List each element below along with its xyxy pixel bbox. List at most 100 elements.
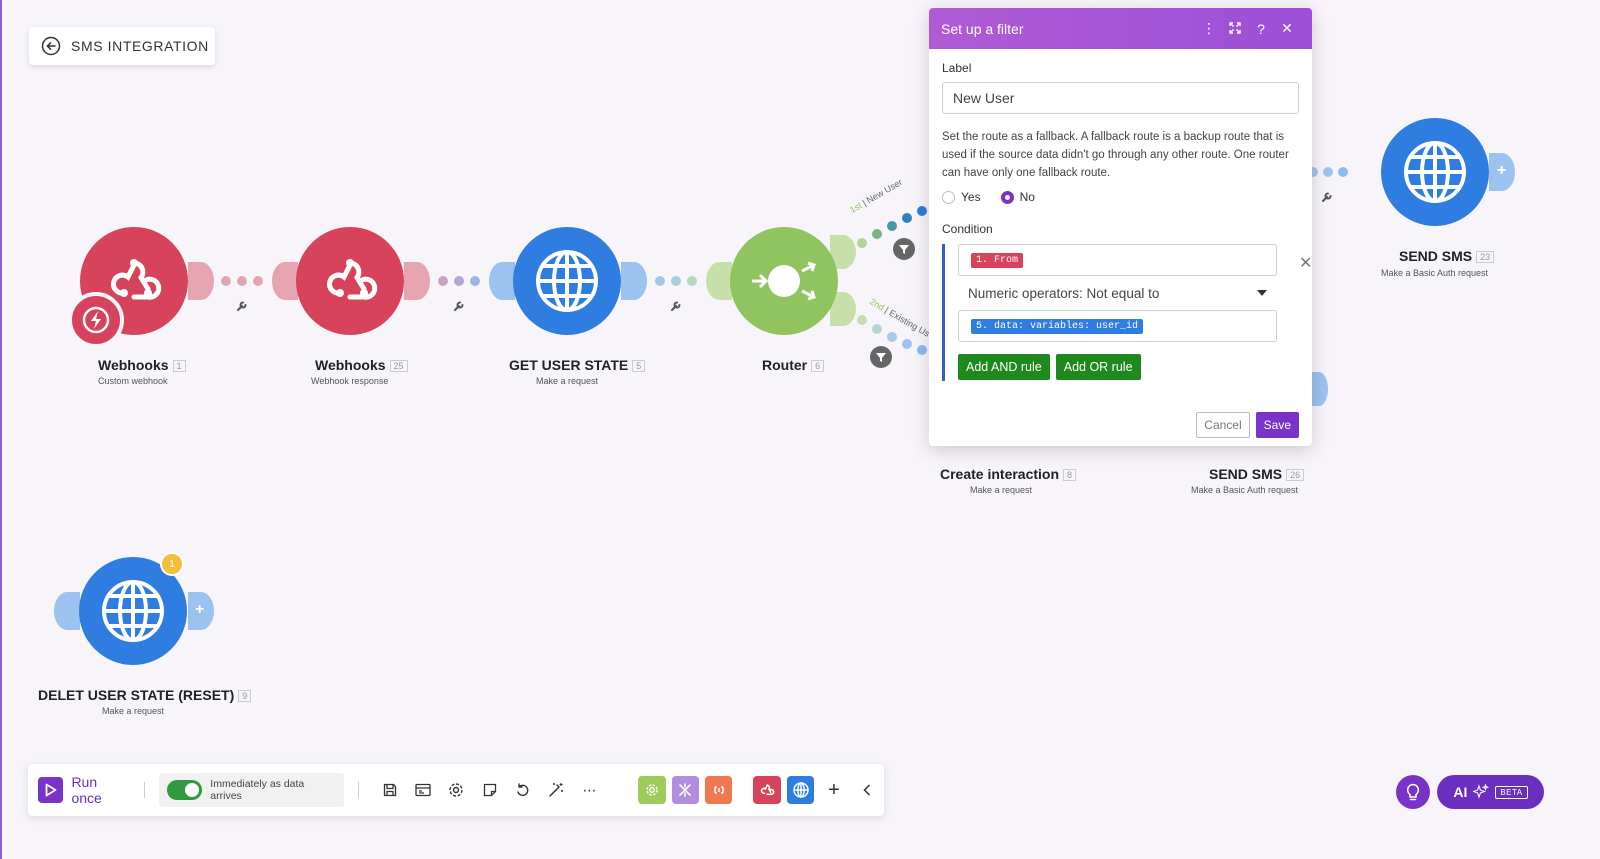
add-module-plus-icon[interactable]: + [195, 601, 204, 619]
link-5-6 [655, 276, 697, 286]
dropdown-caret-icon [1257, 290, 1267, 296]
fallback-radio-group: Yes No [942, 190, 1299, 204]
add-app-plus-icon[interactable]: + [817, 773, 850, 807]
save-button[interactable]: Save [1255, 412, 1299, 438]
fallback-yes-radio[interactable]: Yes [942, 190, 981, 204]
globe-icon [102, 580, 164, 642]
back-arrow-icon [41, 36, 61, 56]
route-2-filter-icon[interactable] [870, 346, 892, 368]
expand-icon[interactable] [1222, 21, 1248, 37]
condition-heading: Condition [942, 222, 993, 236]
bottom-toolbar: Run once Immediately as data arrives ⋯ + [28, 764, 884, 816]
link-to-send-sms [1308, 167, 1348, 177]
module-subtitle: Make a request [970, 485, 1033, 495]
close-icon[interactable]: ✕ [1274, 20, 1300, 37]
scheduling-icon[interactable] [406, 773, 439, 807]
module-subtitle: Custom webhook [98, 376, 168, 386]
module-output-handle[interactable] [621, 262, 647, 300]
flow-control-icon[interactable] [671, 776, 700, 804]
schedule-toggle[interactable]: Immediately as data arrives [159, 773, 344, 807]
condition-left-operand[interactable]: 1. From [958, 244, 1277, 276]
filter-setup-panel: Set up a filter ⋮ ? ✕ Label New User Set… [929, 8, 1312, 446]
collapse-chevron-left-icon[interactable] [851, 773, 884, 807]
globe-icon [1404, 141, 1466, 203]
module-subtitle: Make a request [102, 706, 165, 716]
module-name: GET USER STATE 5 [509, 357, 646, 373]
wrench-icon[interactable] [236, 300, 248, 312]
variable-pill[interactable]: 1. From [971, 252, 1024, 268]
route-1-filter-icon[interactable] [893, 238, 915, 260]
settings-gear-icon[interactable] [440, 773, 473, 807]
delete-condition-icon[interactable]: ✕ [1299, 253, 1312, 273]
panel-header: Set up a filter ⋮ ? ✕ [929, 8, 1312, 49]
help-icon[interactable]: ? [1248, 21, 1274, 37]
wrench-icon[interactable] [670, 300, 682, 312]
wrench-icon[interactable] [1321, 191, 1333, 203]
panel-title: Set up a filter [941, 20, 1024, 37]
http-module-circle[interactable] [1381, 118, 1489, 226]
webhook-icon [327, 259, 378, 300]
operator-select[interactable]: Numeric operators: Not equal to [958, 276, 1277, 310]
schedule-switch[interactable] [167, 780, 203, 800]
lightning-icon [82, 306, 110, 334]
module-output-handle[interactable] [188, 262, 214, 300]
module-name: SEND SMS 23 [1399, 248, 1495, 264]
hints-lightbulb-button[interactable] [1396, 775, 1430, 809]
router-module-circle[interactable] [730, 227, 838, 335]
run-once-button[interactable]: Run once [38, 774, 130, 806]
http-module-circle[interactable] [513, 227, 621, 335]
scenario-title-button[interactable]: SMS INTEGRATION [29, 27, 215, 65]
tools-icon[interactable] [638, 776, 666, 804]
more-options-icon[interactable]: ⋯ [573, 773, 606, 807]
module-name: Webhooks 25 [315, 357, 408, 373]
globe-icon [536, 250, 598, 312]
add-or-rule-button[interactable]: Add OR rule [1055, 354, 1141, 380]
module-input-handle[interactable] [54, 592, 80, 630]
module-create-interaction-name[interactable]: Create interaction 8 [940, 466, 1077, 482]
module-send-sms-26-name[interactable]: SEND SMS 26 [1209, 466, 1305, 482]
filter-label-input[interactable]: New User [942, 82, 1299, 114]
variable-pill[interactable]: 5. data: variables: user_id [971, 318, 1144, 334]
condition-right-operand[interactable]: 5. data: variables: user_id [958, 310, 1277, 342]
notification-badge: 1 [160, 552, 184, 576]
auto-align-magic-icon[interactable] [540, 773, 573, 807]
fallback-no-radio[interactable]: No [1000, 190, 1035, 204]
trigger-lightning-badge [68, 292, 124, 348]
wrench-icon[interactable] [453, 300, 465, 312]
module-name: DELET USER STATE (RESET) 9 [38, 687, 252, 703]
module-input-handle[interactable] [706, 262, 732, 300]
module-output-handle[interactable] [404, 262, 430, 300]
add-module-plus-icon[interactable]: + [1497, 162, 1506, 180]
beta-badge: BETA [1495, 785, 1528, 799]
save-icon[interactable] [373, 773, 406, 807]
connection-lines [221, 167, 1348, 355]
http-app-icon[interactable] [786, 776, 815, 804]
router-icon [752, 261, 816, 301]
play-icon [38, 777, 64, 803]
cancel-button[interactable]: Cancel [1196, 412, 1250, 438]
module-input-handle[interactable] [272, 262, 298, 300]
add-and-rule-button[interactable]: Add AND rule [958, 354, 1050, 380]
module-name: Webhooks 1 [98, 357, 186, 373]
module-name: Router 6 [762, 357, 825, 373]
lightbulb-icon [1406, 783, 1420, 801]
text-parser-icon[interactable] [705, 776, 733, 804]
module-subtitle: Make a request [536, 376, 599, 386]
module-subtitle: Webhook response [311, 376, 389, 386]
ai-assistant-button[interactable]: AI BETA [1437, 775, 1544, 809]
module-input-handle[interactable] [489, 262, 515, 300]
link-1-25 [221, 276, 263, 286]
scenario-title: SMS INTEGRATION [71, 38, 209, 54]
link-25-5 [438, 276, 480, 286]
notes-icon[interactable] [473, 773, 506, 807]
label-heading: Label [942, 61, 972, 75]
module-add-handle[interactable] [1310, 372, 1328, 406]
undo-icon[interactable] [506, 773, 539, 807]
link-router-route1 [857, 206, 927, 248]
toolbar-divider [144, 782, 146, 798]
condition-group: 1. From ✕ Numeric operators: Not equal t… [942, 244, 1312, 381]
more-options-icon[interactable]: ⋮ [1196, 20, 1222, 37]
webhooks-app-icon[interactable] [753, 776, 781, 804]
webhook-module-circle[interactable] [296, 227, 404, 335]
